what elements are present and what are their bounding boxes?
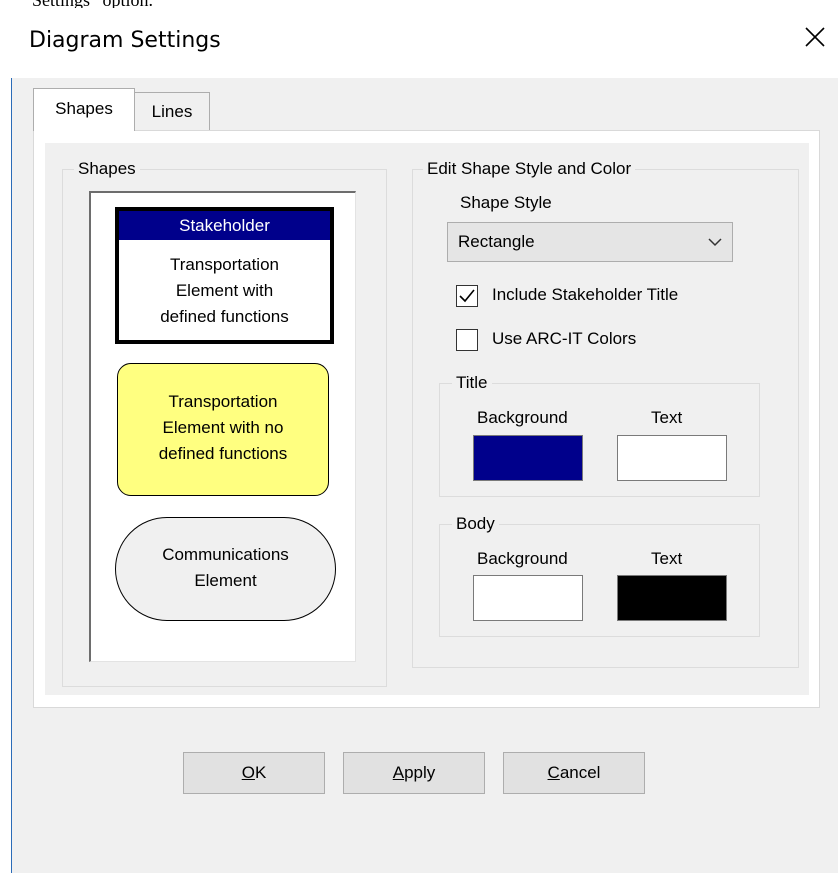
shape-style-label: Shape Style (460, 193, 552, 212)
apply-button[interactable]: Apply (343, 752, 485, 794)
tab-shapes[interactable]: Shapes (33, 88, 135, 131)
communications-body: Communications Element (115, 542, 336, 594)
stakeholder-body-line: Transportation (170, 255, 279, 274)
apply-mnemonic: A (392, 763, 405, 782)
undefined-functions-line: Transportation (168, 392, 278, 411)
stakeholder-body-line: defined functions (160, 307, 289, 326)
body-colors-legend: Body (452, 514, 499, 534)
title-text-label: Text (651, 408, 683, 427)
body-background-label: Background (477, 549, 568, 568)
include-title-checkbox[interactable] (456, 285, 478, 307)
stakeholder-body-line: Element with (175, 281, 274, 300)
title-text-swatch[interactable] (617, 435, 727, 481)
undefined-functions-line: defined functions (158, 444, 288, 463)
window-title: Diagram Settings (29, 28, 221, 53)
title-background-label: Background (477, 408, 568, 427)
title-background-swatch[interactable] (473, 435, 583, 481)
use-arc-it-label[interactable]: Use ARC-IT Colors (492, 329, 636, 349)
tab-lines[interactable]: Lines (134, 92, 210, 130)
cancel-label-rest: ancel (559, 763, 601, 782)
title-colors-legend: Title (452, 373, 492, 393)
ok-label-rest: K (254, 763, 267, 782)
include-title-label[interactable]: Include Stakeholder Title (492, 285, 678, 305)
undefined-functions-line: Element with no (162, 418, 284, 437)
edit-style-legend: Edit Shape Style and Color (423, 159, 636, 179)
tab-shapes-label: Shapes (55, 99, 113, 118)
shape-style-dropdown[interactable]: Rectangle (447, 222, 733, 262)
ok-mnemonic: O (241, 763, 255, 782)
tab-lines-label: Lines (151, 102, 193, 121)
use-arc-it-checkbox[interactable] (456, 329, 478, 351)
body-background-swatch[interactable] (473, 575, 583, 621)
communications-line: Element (194, 571, 257, 590)
body-text-swatch[interactable] (617, 575, 727, 621)
cancel-button[interactable]: Cancel (503, 752, 645, 794)
shape-style-value: Rectangle (458, 232, 535, 251)
chevron-down-icon (706, 233, 724, 256)
shapes-group-legend: Shapes (74, 159, 140, 179)
checkmark-icon (459, 289, 475, 303)
apply-label-rest: pply (404, 763, 436, 782)
undefined-functions-body: Transportation Element with no defined f… (117, 389, 329, 467)
cancel-mnemonic: C (547, 763, 560, 782)
communications-line: Communications (162, 545, 289, 564)
ok-button[interactable]: OK (183, 752, 325, 794)
stakeholder-title: Stakeholder (119, 211, 330, 240)
stakeholder-body: Transportation Element with defined func… (119, 252, 330, 330)
close-icon[interactable] (800, 22, 830, 52)
body-text-label: Text (651, 549, 683, 568)
